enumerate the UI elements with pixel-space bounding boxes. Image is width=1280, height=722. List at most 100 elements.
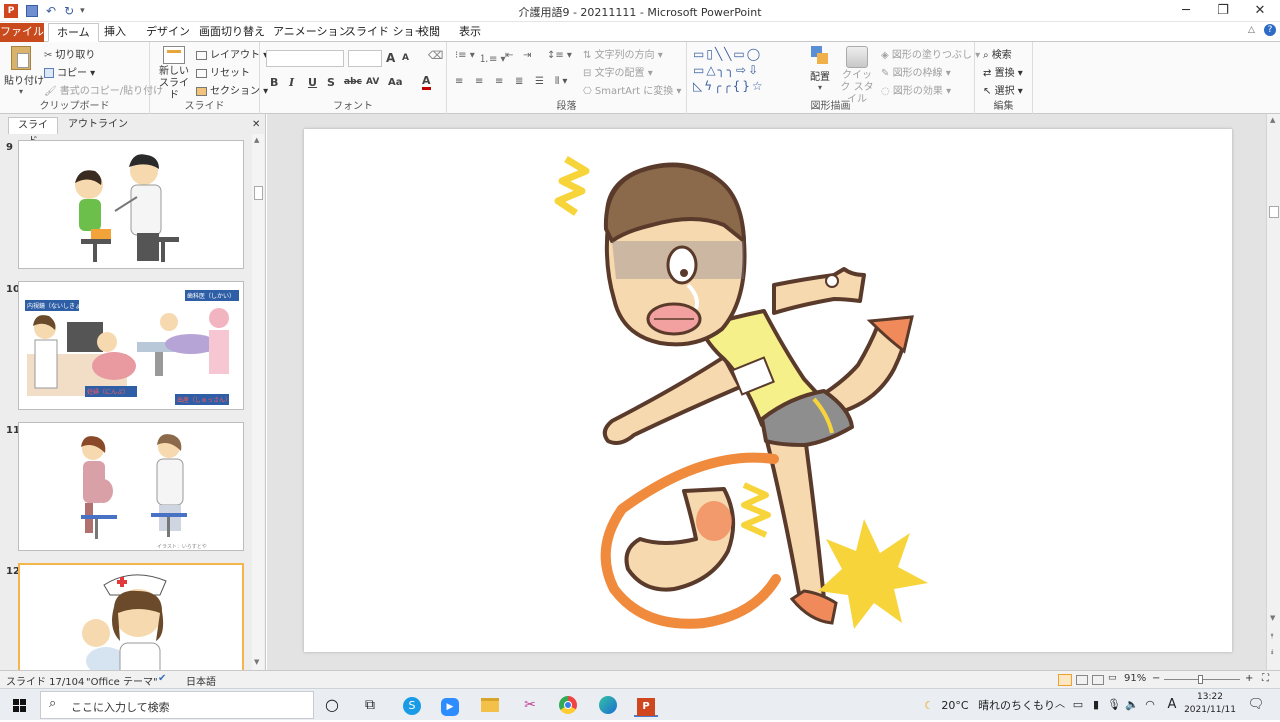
grow-font-button[interactable]: A — [386, 51, 395, 65]
replace-button[interactable]: ⇄ 置換 ▾ — [983, 64, 1023, 79]
minimize-button[interactable]: ─ — [1168, 0, 1204, 22]
italic-button[interactable]: I — [289, 76, 294, 89]
fit-to-window-icon[interactable]: ⛶ — [1262, 673, 1269, 684]
next-slide-icon[interactable]: ⯯ — [1270, 648, 1274, 657]
zoom-in-button[interactable]: + — [1245, 673, 1253, 684]
align-left-icon[interactable]: ≡ — [455, 76, 463, 87]
tab-view[interactable]: 表示 — [451, 23, 489, 42]
ime-indicator[interactable]: A — [1160, 693, 1184, 717]
tab-home[interactable]: ホーム — [48, 23, 99, 42]
select-button[interactable]: ↖ 選択 ▾ — [983, 82, 1023, 97]
underline-button[interactable]: U — [308, 76, 317, 89]
scroll-thumb[interactable] — [1269, 206, 1279, 218]
new-slide-button[interactable]: 新しい スライド — [156, 46, 192, 101]
character-spacing-button[interactable]: AV — [366, 77, 379, 87]
copy-button[interactable]: コピー ▾ — [44, 64, 95, 79]
prev-slide-icon[interactable]: ⯭ — [1270, 632, 1274, 641]
current-slide[interactable] — [304, 129, 1232, 652]
tab-transitions[interactable]: 画面切り替え — [191, 23, 273, 42]
slideshow-icon[interactable]: ▭ — [1108, 673, 1117, 683]
task-view-icon[interactable]: ⧉ — [358, 693, 382, 717]
zoom-out-button[interactable]: − — [1152, 673, 1160, 684]
slide-sorter-icon[interactable] — [1076, 675, 1088, 685]
clock[interactable]: 13:22 2021/11/11 — [1184, 691, 1236, 717]
font-name-combo[interactable] — [266, 50, 344, 67]
zoom-slider-thumb[interactable] — [1198, 675, 1203, 684]
align-center-icon[interactable]: ≡ — [475, 76, 483, 87]
scroll-up-icon[interactable]: ▲ — [1270, 116, 1275, 124]
windows-start-icon[interactable] — [8, 693, 32, 717]
reset-button[interactable]: リセット — [196, 64, 250, 79]
font-size-combo[interactable] — [348, 50, 382, 67]
wifi-icon[interactable]: ◠ — [1138, 693, 1162, 717]
clear-format-icon[interactable]: ⌫ — [428, 49, 444, 62]
weather-widget[interactable]: ☾ 20°C 晴れのちくもり — [924, 697, 1055, 713]
smartart-button[interactable]: ⎔ SmartArt に変換 ▾ — [583, 82, 681, 97]
edge-icon[interactable] — [596, 693, 620, 717]
bold-button[interactable]: B — [270, 76, 278, 89]
shape-outline-button[interactable]: ✎ 図形の枠線 ▾ — [881, 64, 951, 79]
thumbnail-slide-10[interactable]: 内視鏡（ないしきょう） 歯科医（しかい） 妊婦（にんぷ） 出産（しゅっさん） — [18, 281, 244, 410]
shape-effects-button[interactable]: ◌ 図形の効果 ▾ — [881, 82, 951, 97]
layout-button[interactable]: レイアウト ▾ — [196, 46, 268, 61]
scroll-thumb[interactable] — [254, 186, 263, 200]
tab-review[interactable]: 校閲 — [410, 23, 448, 42]
scroll-down-icon[interactable]: ▼ — [254, 658, 259, 666]
help-icon[interactable]: ? — [1264, 24, 1276, 36]
paste-button[interactable]: 貼り付け ▾ — [4, 46, 44, 96]
restore-button[interactable]: ❐ — [1205, 0, 1241, 22]
thumbnail-slide-9[interactable] — [18, 140, 244, 269]
close-button[interactable]: ✕ — [1242, 0, 1278, 22]
thumbnail-slide-11[interactable]: イラスト：いらすとや — [18, 422, 244, 551]
cut-button[interactable]: ✂ 切り取り — [44, 46, 95, 61]
zoom-slider[interactable] — [1164, 675, 1240, 684]
tab-outline-pane[interactable]: アウトライン — [62, 117, 134, 134]
align-right-icon[interactable]: ≡ — [495, 76, 503, 87]
pane-close-icon[interactable]: ✕ — [246, 117, 266, 134]
change-case-button[interactable]: Aa — [388, 77, 403, 88]
scroll-up-icon[interactable]: ▲ — [254, 136, 259, 144]
normal-view-icon[interactable] — [1058, 674, 1072, 686]
format-painter-button[interactable]: 🖌 書式のコピー/貼り付け — [44, 82, 163, 97]
text-direction-button[interactable]: ⇅ 文字列の方向 ▾ — [583, 46, 663, 61]
tab-slides-pane[interactable]: スライド — [8, 117, 58, 147]
ribbon-minimize-icon[interactable]: △ — [1248, 25, 1255, 35]
numbering-icon[interactable]: ⒈≡ ▾ — [479, 50, 506, 65]
cortana-icon[interactable]: ○ — [320, 693, 344, 717]
font-color-button[interactable]: A — [422, 75, 431, 90]
skype-icon[interactable]: S — [400, 693, 424, 717]
shape-gallery[interactable]: ▭▯╲╲▭◯ ▭△╮╮⇨⇩ ◺ϟ╭╭{}☆ — [693, 46, 793, 96]
arrange-button[interactable]: 配置 ▾ — [805, 46, 835, 92]
notification-icon[interactable]: 🗨 — [1244, 693, 1268, 717]
distribute-icon[interactable]: ☰ — [535, 76, 544, 87]
slide-scrollbar[interactable]: ▲ ▼ ⯭ ⯯ — [1266, 114, 1280, 670]
spellcheck-icon[interactable]: ✔ — [158, 673, 166, 684]
line-spacing-icon[interactable]: ↕≡ ▾ — [547, 50, 572, 61]
chrome-icon[interactable] — [556, 693, 580, 717]
thumbnail-scrollbar[interactable]: ▲ ▼ — [252, 134, 264, 670]
increase-indent-icon[interactable]: ⇥ — [523, 50, 531, 61]
align-text-button[interactable]: ⊟ 文字の配置 ▾ — [583, 64, 653, 79]
snip-icon[interactable]: ✂ — [518, 693, 542, 717]
shape-fill-button[interactable]: ◈ 図形の塗りつぶし ▾ — [881, 46, 980, 61]
decrease-indent-icon[interactable]: ⇤ — [505, 50, 513, 61]
find-button[interactable]: ⌕ 検索 — [983, 46, 1012, 61]
taskbar-search-box[interactable]: ⌕ ここに入力して検索 — [40, 691, 314, 719]
tab-design[interactable]: デザイン — [138, 23, 198, 42]
powerpoint-taskbar-icon[interactable]: P — [634, 693, 658, 717]
shadow-button[interactable]: S — [327, 76, 335, 89]
strikethrough-button[interactable]: abc — [344, 77, 362, 87]
section-button[interactable]: セクション ▾ — [196, 82, 268, 97]
scroll-down-icon[interactable]: ▼ — [1270, 614, 1275, 622]
columns-icon[interactable]: ⫴ ▾ — [555, 76, 567, 87]
language-indicator[interactable]: 日本語 — [186, 673, 216, 688]
folder-icon[interactable] — [478, 693, 502, 717]
zoom-level[interactable]: 91% — [1124, 673, 1146, 684]
bullets-icon[interactable]: ⁝≡ ▾ — [455, 50, 475, 61]
justify-icon[interactable]: ≣ — [515, 76, 523, 87]
tab-insert[interactable]: 挿入 — [96, 23, 134, 42]
zoom-icon[interactable]: ▶ — [438, 693, 462, 717]
reading-view-icon[interactable] — [1092, 675, 1104, 685]
tab-file[interactable]: ファイル — [0, 23, 44, 42]
shrink-font-button[interactable]: A — [402, 53, 409, 63]
